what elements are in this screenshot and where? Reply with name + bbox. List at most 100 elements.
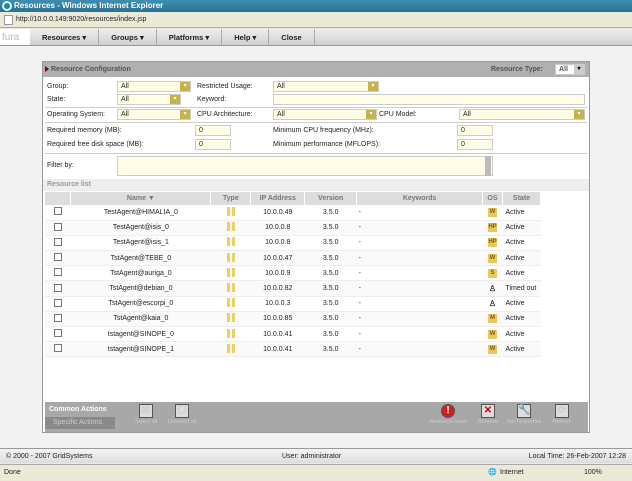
refresh-icon: ⟳	[555, 404, 569, 418]
version: 3.5.0	[304, 326, 357, 343]
row-checkbox-cell	[45, 341, 71, 358]
table-row[interactable]: tstagent@SINOPE_0 10.0.0.41 3.5.0- W Active	[45, 326, 541, 343]
set-properties-button[interactable]: 🔧 Set Properties	[503, 404, 545, 425]
table-row[interactable]: TstAgent@kaia_0 10.0.0.85 3.5.0- M Active	[45, 311, 541, 328]
tab-specific-actions[interactable]: Specific Actions	[45, 417, 115, 429]
column-header[interactable]: State	[502, 192, 542, 205]
keyword-label: Keyword:	[197, 96, 227, 103]
chevron-down-icon: ▾	[574, 110, 584, 119]
agent-type-icon	[226, 343, 230, 353]
menu-help[interactable]: Help ▾	[222, 29, 270, 45]
os-icon: W	[487, 253, 497, 263]
perf-input[interactable]: 0	[457, 139, 493, 150]
value: All	[559, 66, 568, 73]
page-icon	[4, 15, 13, 25]
freq-input[interactable]: 0	[457, 125, 493, 136]
zoom-level[interactable]: 100%	[584, 465, 602, 481]
panel-header: Resource Configuration Resource Type: Al…	[43, 62, 589, 77]
local-time: Local Time: 26-Feb-2007 12:28	[528, 453, 626, 460]
value: All	[121, 96, 129, 103]
column-header[interactable]: Keywords	[356, 192, 483, 205]
row-checkbox[interactable]	[53, 329, 62, 338]
column-header[interactable]: Type	[210, 192, 252, 205]
name: TstAgent@debian_0	[70, 280, 211, 297]
mem-input[interactable]: 0	[195, 125, 231, 136]
restricted-select[interactable]: All ▾	[273, 81, 379, 92]
resource-type-select[interactable]: All ▾	[555, 64, 585, 75]
table-row[interactable]: TstAgent@debian_0 10.0.0.82 3.5.0- ♙ Timed o…	[45, 280, 541, 297]
column-header[interactable]: IP Address	[250, 192, 306, 205]
table-row[interactable]: TestAgent@isis_1 10.0.0.8 3.5.0- HP Active	[45, 235, 541, 252]
collapse-arrow-icon[interactable]	[45, 66, 49, 72]
state: Active	[502, 220, 541, 236]
keywords: -	[356, 311, 483, 328]
row-checkbox[interactable]	[53, 283, 62, 292]
disk-input[interactable]: 0	[195, 139, 231, 150]
type-cell	[210, 205, 251, 221]
wrench-icon: 🔧	[517, 404, 531, 418]
mem-label: Required memory (MB):	[47, 127, 122, 134]
row-checkbox[interactable]	[53, 253, 62, 262]
status-text: Done	[4, 469, 21, 476]
agent-type-icon	[226, 313, 230, 323]
filter-textarea[interactable]	[117, 156, 493, 176]
state: Timed out	[502, 280, 541, 297]
os-icon: W	[487, 329, 497, 339]
arch-select[interactable]: All ▾	[273, 109, 377, 120]
linux-icon: ♙	[488, 284, 497, 294]
row-checkbox[interactable]	[53, 207, 62, 216]
model-select[interactable]: All ▾	[459, 109, 585, 120]
column-header[interactable]: Version	[304, 192, 358, 205]
column-header[interactable]: Name ▼	[70, 192, 212, 205]
keyword-input[interactable]	[273, 94, 585, 105]
type-cell	[210, 280, 251, 297]
group-select[interactable]: All ▾	[117, 81, 191, 92]
keywords: -	[356, 205, 483, 221]
table-row[interactable]: tstagent@SINOPE_1 10.0.0.41 3.5.0- W Active	[45, 341, 541, 358]
refresh-button[interactable]: ⟳ Refresh	[541, 404, 583, 425]
row-checkbox[interactable]	[53, 222, 62, 231]
menu-resources[interactable]: Resources ▾	[30, 29, 100, 45]
url[interactable]: http://10.0.0.149:9020/resources/index.j…	[16, 16, 146, 23]
state-label: State:	[47, 96, 66, 103]
table-row[interactable]: TstAgent@TEBE_0 10.0.0.47 3.5.0- W Active	[45, 250, 541, 267]
row-checkbox-cell	[45, 205, 71, 221]
os-icon: M	[487, 314, 497, 324]
logo: fura	[0, 29, 30, 45]
row-checkbox[interactable]	[53, 298, 62, 307]
resource-reset-button[interactable]: ! Resource reset	[427, 404, 469, 425]
ip: 10.0.0.49	[250, 205, 305, 221]
column-header[interactable]: OS	[482, 192, 503, 205]
row-checkbox[interactable]	[53, 268, 62, 277]
os-select[interactable]: All ▾	[117, 109, 191, 120]
table-row[interactable]: TstAgent@auriga_0 10.0.0.9 3.5.0- S Active	[45, 265, 541, 282]
name: tstagent@SINOPE_0	[70, 326, 211, 343]
tab-common-actions[interactable]: Common Actions	[45, 404, 115, 416]
scrollbar[interactable]	[485, 156, 491, 176]
state-select[interactable]: All ▾	[117, 94, 181, 105]
disk-label: Required free disk space (MB):	[47, 141, 144, 148]
state: Active	[502, 265, 541, 282]
row-checkbox[interactable]	[53, 344, 62, 353]
type-cell	[210, 235, 251, 252]
table-row[interactable]: TestAgent@isis_0 10.0.0.8 3.5.0- HP Active	[45, 220, 541, 236]
agent-type-icon	[231, 222, 235, 232]
filter-label: Filter by:	[47, 162, 74, 169]
globe-icon: 🌐	[488, 469, 497, 476]
menu-close[interactable]: Close	[269, 29, 315, 45]
os-icon: W	[487, 207, 497, 217]
menu-platforms[interactable]: Platforms ▾	[157, 29, 223, 45]
row-checkbox[interactable]	[53, 237, 62, 246]
row-checkbox[interactable]	[53, 313, 62, 322]
table-row[interactable]: TstAgent@escorpi_0 10.0.0.3 3.5.0- ♙ Active	[45, 296, 541, 312]
os-cell: W	[482, 250, 503, 267]
row-checkbox-cell	[45, 265, 71, 282]
label: Unselect all	[167, 419, 197, 425]
address-bar[interactable]: http://10.0.0.149:9020/resources/index.j…	[0, 12, 632, 28]
unselect-all-button[interactable]: ☐ Unselect all	[161, 404, 203, 425]
os-label: Operating System:	[47, 111, 105, 118]
menu-groups[interactable]: Groups ▾	[99, 29, 157, 45]
state: Active	[502, 326, 541, 343]
table-row[interactable]: TestAgent@HIMALIA_0 10.0.0.49 3.5.0- W Activ…	[45, 205, 541, 221]
label: Refresh	[552, 419, 572, 425]
